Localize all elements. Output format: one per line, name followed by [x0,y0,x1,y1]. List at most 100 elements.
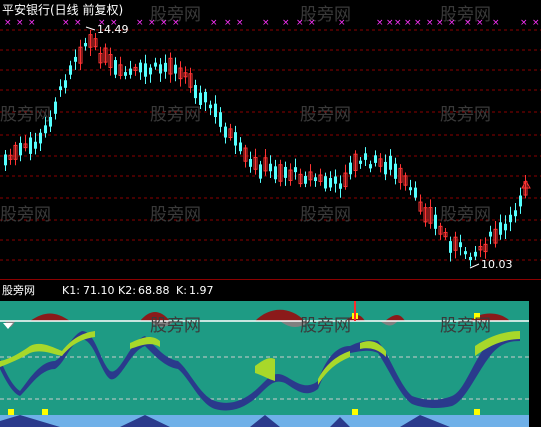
candle-body [409,187,412,191]
candle-body [334,176,337,184]
indicator-name: 股旁网 [2,284,35,297]
candle-body [464,251,467,255]
x-marker: × [520,18,528,28]
candle-body [74,56,77,62]
candle-body [209,104,212,109]
candle-body [259,164,262,179]
candle-body [369,164,372,169]
x-marker: × [532,18,540,28]
candle-body [249,158,252,167]
x-marker: × [172,18,180,28]
candle-body [294,167,297,173]
candle-body [214,103,217,118]
candle-body [459,242,462,248]
signal-spike [354,301,356,321]
x-marker: × [308,18,316,28]
x-marker: × [236,18,244,28]
candle-body [394,163,397,179]
k-value: 1.97 [189,284,214,297]
candle-body [504,223,507,231]
x-marker: × [338,18,346,28]
candle-body [164,62,167,72]
candle-body [129,68,132,75]
k-label: K: [176,284,187,297]
candle-body [4,154,7,166]
x-marker: × [492,18,500,28]
candle-body [324,176,327,189]
x-marker: × [4,18,12,28]
candle-body [199,92,202,105]
k1-label: K1: [62,284,80,297]
watermark: 股旁网 [0,105,51,125]
x-marker: × [464,18,472,28]
candle-body [29,137,32,154]
x-marker: × [282,18,290,28]
candle-body [159,64,162,74]
candle-body [449,241,452,253]
grid-lines [0,29,541,261]
x-marker: × [16,18,24,28]
lower-watermark: 股旁网 [150,316,201,336]
candle-body [49,116,52,127]
candle-body [44,125,47,134]
x-marker: × [262,18,270,28]
candle-body [434,214,437,229]
candle-body [349,162,352,175]
candle-body [174,64,177,74]
candle-body [149,67,152,75]
candle-body [234,132,237,146]
x-marker: × [448,18,456,28]
x-marker: × [476,18,484,28]
candlesticks [4,30,528,267]
candle-body [509,214,512,223]
candle-body [64,80,67,88]
x-marker: × [414,18,422,28]
x-marker: × [404,18,412,28]
candle-body [204,91,207,103]
x-marker: × [210,18,218,28]
candle-body [469,256,472,261]
high-price-label: 14.49 [97,23,129,36]
x-marker: × [376,18,384,28]
candle-body [389,155,392,170]
x-marker: × [386,18,394,28]
candle-body [19,142,22,156]
candle-body [374,155,377,163]
x-marker: × [296,18,304,28]
candle-body [219,112,222,127]
x-marker: × [160,18,168,28]
candle-body [384,161,387,175]
x-marker: × [426,18,434,28]
candle-body [519,195,522,207]
lower-watermark: 股旁网 [440,316,491,336]
price-panel[interactable]: 股旁网 股旁网 股旁网股旁网 股旁网 股旁网 股旁网股旁网 股旁网 股旁网 股旁网 × × × × × ×… [0,0,541,278]
watermarks: 股旁网 股旁网 股旁网股旁网 股旁网 股旁网 股旁网股旁网 股旁网 股旁网 股旁网 [0,5,491,225]
indicator-header: 股旁网 K1: 71.10 K2: 68.88 K: 1.97 [0,283,541,299]
k1-value: 71.10 [83,284,115,297]
indicator-panel[interactable]: 股旁网 股旁网 股旁网 [0,301,541,427]
candle-body [304,175,307,184]
candle-body [239,142,242,152]
candle-body [84,42,87,47]
candle-body [359,160,362,164]
candle-body [224,126,227,138]
candle-body [489,231,492,237]
x-marker: × [148,18,156,28]
candle-body [194,85,197,99]
watermark: 股旁网 [150,105,201,125]
x-marker: × [74,18,82,28]
candle-body [34,141,37,149]
candle-body [514,210,517,217]
lower-watermark: 股旁网 [300,316,351,336]
candle-body [269,163,272,172]
candle-body [339,183,342,189]
watermark: 股旁网 [300,205,351,225]
watermark: 股旁网 [0,205,51,225]
candle-body [139,62,142,73]
x-marker: × [62,18,70,28]
watermark: 股旁网 [440,105,491,125]
x-marker: × [436,18,444,28]
candle-body [474,251,477,257]
k2-label: K2: [118,284,136,297]
candle-body [329,178,332,188]
